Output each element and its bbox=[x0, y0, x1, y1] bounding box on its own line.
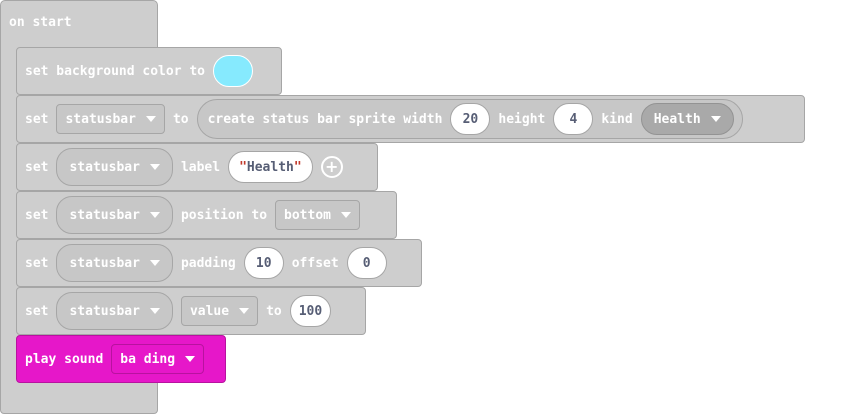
height-label: height bbox=[498, 111, 546, 127]
kind-value: Health bbox=[653, 111, 701, 127]
play-sound-label: play sound bbox=[25, 351, 104, 367]
plus-circle-icon[interactable]: + bbox=[320, 156, 343, 178]
offset-label: offset bbox=[291, 255, 339, 271]
set-label-block[interactable]: set statusbar label " Health " + bbox=[16, 143, 378, 191]
set-keyword: set bbox=[25, 207, 49, 223]
to-keyword: to bbox=[266, 303, 282, 319]
open-quote: " bbox=[239, 159, 247, 175]
chevron-down-icon bbox=[145, 116, 156, 122]
set-padding-block[interactable]: set statusbar padding 10 offset 0 bbox=[16, 239, 422, 287]
property-dropdown[interactable]: value bbox=[180, 296, 259, 326]
padding-input[interactable]: 10 bbox=[243, 247, 284, 279]
position-value: bottom bbox=[284, 207, 331, 223]
on-start-label: on start bbox=[9, 15, 72, 30]
kind-label: kind bbox=[601, 111, 633, 127]
chevron-down-icon bbox=[341, 212, 351, 218]
set-position-block[interactable]: set statusbar position to bottom bbox=[16, 191, 397, 239]
kind-dropdown[interactable]: Health bbox=[640, 103, 734, 135]
variable-dropdown[interactable]: statusbar bbox=[56, 292, 173, 330]
padding-keyword: padding bbox=[180, 255, 236, 271]
label-string-value: Health bbox=[246, 159, 294, 175]
create-status-bar-block[interactable]: set statusbar to create status bar sprit… bbox=[16, 95, 805, 143]
chevron-down-icon bbox=[239, 308, 250, 314]
chevron-down-icon bbox=[149, 308, 160, 314]
variable-name: statusbar bbox=[69, 303, 140, 319]
chevron-down-icon bbox=[710, 116, 721, 122]
variable-name: statusbar bbox=[69, 159, 140, 175]
width-input[interactable]: 20 bbox=[450, 103, 491, 135]
position-keyword: position to bbox=[180, 207, 268, 223]
chevron-down-icon bbox=[185, 356, 196, 362]
property-value: value bbox=[189, 303, 230, 319]
chevron-down-icon bbox=[149, 260, 160, 266]
set-value-block[interactable]: set statusbar value to 100 bbox=[16, 287, 366, 335]
set-keyword: set bbox=[25, 159, 49, 175]
variable-dropdown[interactable]: statusbar bbox=[56, 196, 173, 234]
variable-dropdown[interactable]: statusbar bbox=[56, 244, 173, 282]
value-input[interactable]: 100 bbox=[289, 295, 332, 327]
chevron-down-icon bbox=[149, 164, 160, 170]
sound-dropdown[interactable]: ba ding bbox=[111, 344, 205, 374]
position-dropdown[interactable]: bottom bbox=[275, 200, 360, 230]
set-keyword: set bbox=[25, 111, 49, 127]
offset-input[interactable]: 0 bbox=[346, 247, 387, 279]
set-background-color-block[interactable]: set background color to bbox=[16, 47, 282, 95]
chevron-down-icon bbox=[149, 212, 160, 218]
to-keyword: to bbox=[172, 111, 189, 127]
close-quote: " bbox=[293, 159, 302, 175]
variable-dropdown[interactable]: statusbar bbox=[56, 148, 173, 186]
variable-name: statusbar bbox=[65, 111, 136, 127]
color-swatch[interactable] bbox=[213, 55, 254, 87]
label-keyword: label bbox=[180, 159, 221, 175]
set-keyword: set bbox=[25, 255, 49, 271]
sound-value: ba ding bbox=[120, 351, 176, 367]
variable-name: statusbar bbox=[69, 255, 140, 271]
play-sound-block[interactable]: play sound ba ding bbox=[16, 335, 226, 383]
label-string-input[interactable]: " Health " bbox=[228, 151, 313, 183]
variable-dropdown[interactable]: statusbar bbox=[56, 104, 165, 134]
create-function-label: create status bar sprite width bbox=[207, 111, 443, 127]
workspace[interactable]: on start set background color to set sta… bbox=[0, 0, 857, 416]
set-background-color-label: set background color to bbox=[25, 63, 206, 79]
set-keyword: set bbox=[25, 303, 49, 319]
height-input[interactable]: 4 bbox=[553, 103, 594, 135]
variable-name: statusbar bbox=[69, 207, 140, 223]
create-status-bar-reporter[interactable]: create status bar sprite width 20 height… bbox=[196, 99, 743, 139]
